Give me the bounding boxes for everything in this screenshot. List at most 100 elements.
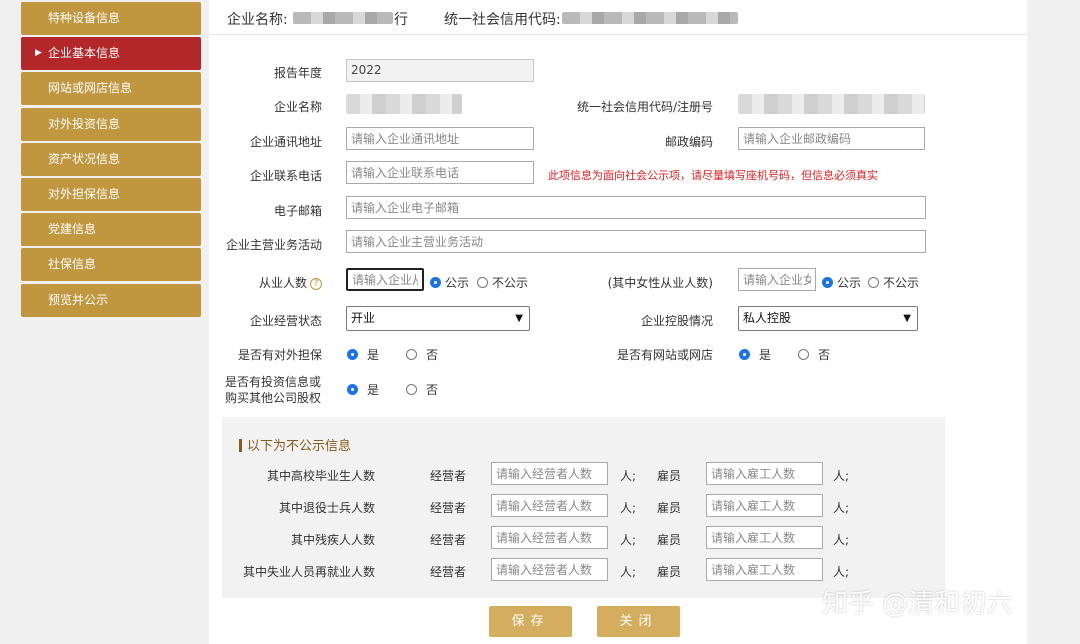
radio-label: 是 [759,348,772,362]
close-button[interactable]: 关闭 [597,606,680,637]
disabled-operator-input[interactable] [491,526,608,549]
radio-label: 否 [426,383,439,397]
website-yes-radio[interactable]: 是 [739,346,771,363]
address-label: 企业通讯地址 [249,135,322,149]
sidebar-item-label: 预览并公示 [48,292,109,307]
phone-notice: 此项信息为面向社会公示项，请尽量填写座机号码，但信息必须真实 [548,169,878,182]
radio-label: 不公示 [492,276,529,290]
sidebar-item-special-equipment[interactable]: 特种设备信息 [21,2,201,35]
status-select[interactable]: 开业 ▼ [346,306,530,331]
veterans-employee-input[interactable] [706,494,823,517]
radio-label: 否 [426,348,439,362]
redacted-company-name [293,12,393,24]
email-input[interactable] [346,196,926,219]
sidebar-item-basic-info[interactable]: ▶ 企业基本信息 [21,37,201,71]
invest-yes-radio[interactable]: 是 [347,381,379,398]
unit-label: 人; [620,533,637,547]
sidebar-item-party[interactable]: 党建信息 [21,213,201,247]
watermark: 知乎 @清和初六 [822,589,1013,619]
radio-unchecked-icon [868,277,879,288]
business-label: 企业主营业务活动 [225,238,322,252]
radio-label: 公示 [837,276,862,290]
nonpublic-info-title-text: 以下为不公示信息 [247,439,352,454]
operator-label: 经营者 [430,533,467,547]
sidebar-item-label: 社保信息 [48,257,97,272]
employees-public-radio[interactable]: 公示 [430,274,469,291]
employees-nonpublic-radio[interactable]: 不公示 [477,274,528,291]
unit-label: 人; [620,565,637,579]
employees-label: 从业人数 [258,276,307,290]
website-no-radio[interactable]: 否 [798,346,830,363]
postcode-label: 邮政编码 [664,135,713,149]
female-employees-input[interactable] [738,268,816,291]
phone-input[interactable] [346,161,534,184]
radio-checked-icon [347,384,358,395]
row-label-reemployed: 其中失业人员再就业人数 [242,565,375,579]
help-icon[interactable]: ? [310,277,322,290]
email-label: 电子邮箱 [273,204,322,218]
operator-label: 经营者 [430,469,467,483]
postcode-input[interactable] [738,127,925,150]
chevron-down-icon: ▼ [903,313,911,324]
employees-input[interactable] [346,268,424,291]
chevron-down-icon: ▼ [515,313,523,324]
company-name-header-tail: 行 [394,12,408,28]
reemployed-employee-input[interactable] [706,558,823,581]
veterans-operator-input[interactable] [491,494,608,517]
sidebar-item-guarantee[interactable]: 对外担保信息 [21,177,201,211]
sidebar-item-social-security[interactable]: 社保信息 [21,248,201,282]
radio-label: 是 [367,383,380,397]
radio-checked-icon [430,277,441,288]
credit-code-label: 统一社会信用代码/注册号 [576,100,713,114]
radio-unchecked-icon [798,349,809,360]
disabled-employee-input[interactable] [706,526,823,549]
company-name-header-label: 企业名称: [227,12,288,28]
business-input[interactable] [346,230,926,253]
graduates-operator-input[interactable] [491,462,608,485]
credit-code-field [738,94,925,114]
holding-label: 企业控股情况 [640,314,713,328]
invest-no-radio[interactable]: 否 [406,381,438,398]
holding-select[interactable]: 私人控股 ▼ [738,306,918,331]
sidebar-item-website[interactable]: 网站或网店信息 [21,72,201,106]
radio-checked-icon [739,349,750,360]
phone-label: 企业联系电话 [249,169,322,183]
operator-label: 经营者 [430,565,467,579]
radio-unchecked-icon [406,349,417,360]
reemployed-operator-input[interactable] [491,558,608,581]
female-public-radio[interactable]: 公示 [822,274,861,291]
sidebar: 特种设备信息 ▶ 企业基本信息 网站或网店信息 对外投资信息 资产状况信息 对外担… [21,2,201,319]
radio-label: 公示 [445,276,470,290]
sidebar-item-label: 企业基本信息 [48,46,121,61]
guarantee-yes-radio[interactable]: 是 [347,346,379,363]
unit-label: 人; [620,501,637,515]
guarantee-no-radio[interactable]: 否 [406,346,438,363]
operator-label: 经营者 [430,501,467,515]
radio-label: 否 [818,348,831,362]
sidebar-item-assets[interactable]: 资产状况信息 [21,142,201,176]
unit-label: 人; [620,469,637,483]
row-label-graduates: 其中高校毕业生人数 [266,469,375,483]
title-bar-icon [239,439,242,452]
radio-checked-icon [347,349,358,360]
sidebar-item-label: 资产状况信息 [48,151,121,166]
caret-right-icon: ▶ [35,48,42,59]
status-selected-value: 开业 [351,311,376,325]
unit-label: 人; [833,469,850,483]
save-button[interactable]: 保存 [489,606,572,637]
sidebar-item-label: 对外担保信息 [48,186,121,201]
address-input[interactable] [346,127,534,150]
female-nonpublic-radio[interactable]: 不公示 [868,274,919,291]
holding-selected-value: 私人控股 [743,311,792,325]
guarantee-label: 是否有对外担保 [237,348,322,362]
row-label-disabled: 其中残疾人人数 [290,533,375,547]
invest-label-line2: 购买其他公司股权 [225,391,322,405]
website-label: 是否有网站或网店 [616,348,713,362]
employee-label: 雇员 [657,565,682,579]
sidebar-item-investment[interactable]: 对外投资信息 [21,107,201,141]
radio-checked-icon [822,277,833,288]
radio-label: 不公示 [883,276,920,290]
graduates-employee-input[interactable] [706,462,823,485]
report-year-field: 2022 [346,59,534,82]
sidebar-item-preview[interactable]: 预览并公示 [21,283,201,317]
